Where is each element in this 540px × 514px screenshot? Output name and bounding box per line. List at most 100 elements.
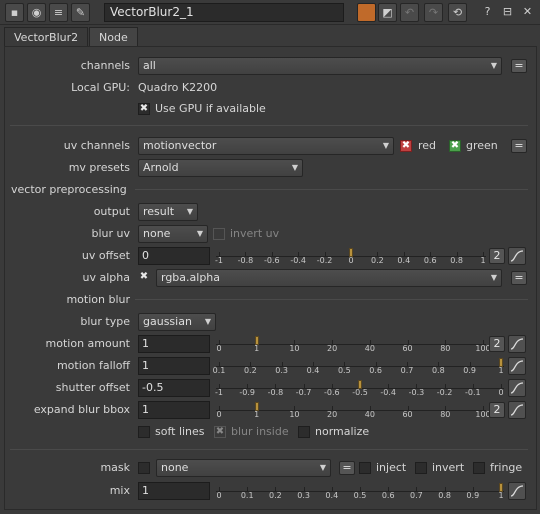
slider-handle[interactable] <box>254 336 259 345</box>
shutter-offset-input[interactable]: -0.5 <box>138 379 210 397</box>
slider-tick-label: 0.6 <box>369 366 383 375</box>
curve-icon[interactable] <box>508 482 526 500</box>
slider-handle[interactable] <box>349 248 353 257</box>
mix-input[interactable]: 1 <box>138 482 210 500</box>
wrench-icon[interactable]: ✎ <box>71 3 90 22</box>
node-name-field[interactable]: VectorBlur2_1 <box>104 3 344 22</box>
float-icon[interactable]: ⊟ <box>498 3 517 22</box>
chevron-down-icon: ▼ <box>490 273 497 282</box>
channels-dropdown[interactable]: all ▼ <box>138 57 502 75</box>
curve-icon[interactable] <box>508 247 526 265</box>
motion-amount-input[interactable]: 1 <box>138 335 210 353</box>
slider-tick-label: -0.4 <box>290 256 306 265</box>
slider-tick-label: 60 <box>402 344 413 353</box>
motion-falloff-input[interactable]: 1 <box>138 357 210 375</box>
mix-label: mix <box>109 484 130 497</box>
color-swatch-icon[interactable] <box>357 3 376 22</box>
uv-alpha-dropdown[interactable]: rgba.alpha ▼ <box>156 269 502 287</box>
soft-lines-checkbox[interactable] <box>138 426 150 438</box>
curve-icon[interactable] <box>508 335 526 353</box>
use-gpu-checkbox[interactable]: ✖ <box>138 103 150 115</box>
curve-icon[interactable] <box>508 357 526 375</box>
curve-icon[interactable] <box>508 379 526 397</box>
slider-tick-label: 0.8 <box>438 491 451 500</box>
blur-type-label: blur type <box>80 315 130 328</box>
inject-checkbox[interactable] <box>359 462 371 474</box>
fringe-checkbox[interactable] <box>473 462 485 474</box>
motion-amount-slider[interactable]: 0 1 10 20 40 60 80 100 <box>216 335 491 353</box>
redo-icon[interactable]: ↷ <box>424 3 443 22</box>
output-dropdown[interactable]: result ▼ <box>138 203 198 221</box>
minimize-icon[interactable]: ▪ <box>5 3 24 22</box>
curve-icon[interactable] <box>508 401 526 419</box>
green-checkbox[interactable]: ✖ <box>449 140 461 152</box>
uv-offset-input[interactable]: 0 <box>138 247 210 265</box>
use-gpu-label: Use GPU if available <box>155 102 266 115</box>
revert-icon[interactable]: ⟲ <box>448 3 467 22</box>
mv-presets-label: mv presets <box>68 161 130 174</box>
shutter-offset-slider[interactable]: -1 -0.9 -0.8 -0.7 -0.6 -0.5 -0.4 -0.3 -0.2 -0.1 0 <box>215 379 504 397</box>
uv-channels-dropdown[interactable]: motionvector ▼ <box>138 137 394 155</box>
divider <box>135 189 528 190</box>
slider-handle[interactable] <box>499 483 503 492</box>
invert-label: invert <box>432 461 465 474</box>
output-value: result <box>143 205 175 218</box>
slider-tick-label: 0.8 <box>431 366 445 375</box>
tab-vectorblur2[interactable]: VectorBlur2 <box>4 27 89 47</box>
invert-checkbox[interactable] <box>415 462 427 474</box>
motion-blur-header: motion blur <box>66 293 130 306</box>
mask-dropdown[interactable]: none ▼ <box>156 459 331 477</box>
view-icon[interactable]: ◉ <box>27 3 46 22</box>
local-gpu-value: Quadro K2200 <box>138 81 218 94</box>
slider-tick-label: -0.3 <box>408 388 425 397</box>
gradient-swatch-icon[interactable]: ◩ <box>378 3 397 22</box>
channels-link-button[interactable]: = <box>511 59 527 73</box>
slider-track <box>216 366 504 367</box>
slider-tick-label: 20 <box>327 410 338 419</box>
mask-value: none <box>161 461 189 474</box>
undo-icon[interactable]: ↶ <box>400 3 419 22</box>
slider-tick-label: 0 <box>216 410 222 419</box>
blur-inside-checkbox[interactable]: ✖ <box>214 426 226 438</box>
slider-tick-label: 0.7 <box>410 491 423 500</box>
blur-uv-label: blur uv <box>91 227 130 240</box>
tab-node[interactable]: Node <box>89 27 138 47</box>
blur-uv-dropdown[interactable]: none ▼ <box>138 225 208 243</box>
uv-offset-split-button[interactable]: 2 <box>489 248 505 264</box>
slider-handle[interactable] <box>358 380 362 389</box>
normalize-checkbox[interactable] <box>298 426 310 438</box>
slider-tick-label: -0.9 <box>239 388 255 397</box>
motion-falloff-slider[interactable]: 0.1 0.2 0.3 0.4 0.5 0.6 0.7 0.8 0.9 1 <box>213 357 504 375</box>
slider-tick-label: 0.6 <box>381 491 395 500</box>
slider-handle[interactable] <box>254 402 259 411</box>
motion-amount-split-button[interactable]: 2 <box>489 336 505 352</box>
slider-tick-label: 0.8 <box>450 256 463 265</box>
slider-handle[interactable] <box>499 358 503 367</box>
expand-blur-bbox-input[interactable]: 1 <box>138 401 210 419</box>
mask-checkbox[interactable] <box>138 462 150 474</box>
channels-label: channels <box>80 59 130 72</box>
slider-tick-label: 1 <box>254 344 260 353</box>
mv-presets-dropdown[interactable]: Arnold ▼ <box>138 159 303 177</box>
uv-channels-link-button[interactable]: = <box>511 139 527 153</box>
mask-link-button[interactable]: = <box>339 461 355 475</box>
uv-alpha-link-button[interactable]: = <box>511 271 527 285</box>
slider-tick-label: 10 <box>289 410 300 419</box>
slider-tick-label: 0.7 <box>400 366 414 375</box>
help-icon[interactable]: ? <box>478 3 497 22</box>
slider-tick-label: 40 <box>364 344 375 353</box>
uv-offset-slider[interactable]: -1 -0.8 -0.6 -0.4 -0.2 0 0.2 0.4 0.6 0.8 1 <box>215 247 486 265</box>
slider-tick-label: 0.5 <box>353 491 367 500</box>
expand-blur-bbox-split-button[interactable]: 2 <box>489 402 505 418</box>
invert-uv-checkbox[interactable] <box>213 228 225 240</box>
blur-type-dropdown[interactable]: gaussian ▼ <box>138 313 216 331</box>
uv-alpha-checkbox[interactable]: ✖ <box>138 272 150 284</box>
red-checkbox[interactable]: ✖ <box>400 140 412 152</box>
slider-tick-label: -1 <box>215 256 223 265</box>
mix-slider[interactable]: 0 0.1 0.2 0.3 0.4 0.5 0.6 0.7 0.8 0.9 1 <box>216 482 504 500</box>
close-icon[interactable]: ✕ <box>518 3 537 22</box>
slider-tick-label: -0.5 <box>352 388 368 397</box>
expand-blur-bbox-slider[interactable]: 0 1 10 20 40 60 80 100 <box>216 401 491 419</box>
slider-tick-label: 0.4 <box>397 256 411 265</box>
node-icon[interactable]: ≡ <box>49 3 68 22</box>
